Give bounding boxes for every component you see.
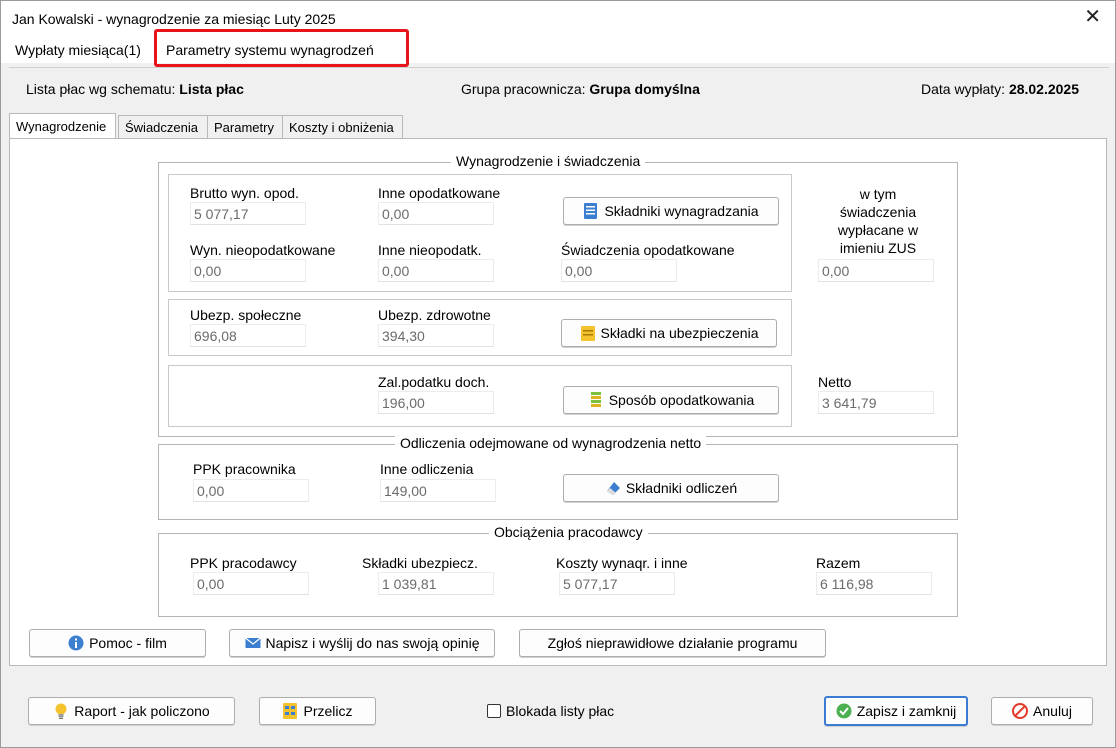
inne-opodatkowane-field[interactable]: 0,00 [378,202,494,225]
opinia-button[interactable]: Napisz i wyślij do nas swoją opinię [229,629,495,657]
envelope-icon [244,637,261,648]
inne-odliczenia-label: Inne odliczenia [380,461,474,477]
deductions-group-title: Odliczenia odejmowane od wynagrodzenia n… [395,435,707,451]
ubezp-zdrowotne-field[interactable]: 394,30 [378,324,494,347]
blokada-checkbox-wrap[interactable]: Blokada listy płac [487,703,614,719]
zal-podatku-field[interactable]: 196,00 [378,391,494,414]
skladki-ubezpiecz-label: Składki ubezpiecz. [362,555,478,571]
employer-group-title: Obciążenia pracodawcy [489,524,648,540]
zglos-button[interactable]: Zgłoś nieprawidłowe działanie programu [519,629,826,657]
pomoc-film-button[interactable]: Pomoc - film [29,629,206,657]
schema-label: Lista płac wg schematu: [26,81,176,97]
salary-dialog-window: Jan Kowalski - wynagrodzenie za miesiąc … [0,0,1116,748]
ppk-pracodawcy-label: PPK pracodawcy [190,555,297,571]
ubezp-zdrowotne-label: Ubezp. zdrowotne [378,307,491,323]
menu-item-parametry-systemu[interactable]: Parametry systemu wynagrodzeń [166,40,374,60]
schema-info: Lista płac wg schematu: Lista płac [26,81,244,97]
inne-opodatkowane-label: Inne opodatkowane [378,185,501,201]
zus-field[interactable]: 0,00 [818,259,934,282]
tab-panel-wynagrodzenie: Wynagrodzenie i świadczenia Brutto wyn. … [9,138,1107,666]
coins-icon [580,326,595,341]
zus-label-line: imieniu ZUS [839,240,917,256]
skladki-ubezpiecz-field[interactable]: 1 039,81 [378,572,494,595]
skladniki-wynagradzania-label: Składniki wynagradzania [604,203,759,219]
tab-wynagrodzenie[interactable]: Wynagrodzenie [9,113,116,138]
ubezp-spoleczne-label: Ubezp. społeczne [190,307,302,323]
zglos-label: Zgłoś nieprawidłowe działanie programu [547,635,798,651]
group-label: Grupa pracownicza: [461,81,586,97]
inne-nieopodatk-label: Inne nieopodatk. [378,242,482,258]
separator [9,67,1109,68]
skladniki-odliczen-label: Składniki odliczeń [625,480,738,496]
skladki-ubezpieczenia-label: Składki na ubezpieczenia [600,325,759,341]
cancel-icon [1012,703,1029,719]
menu-bar: Wypłaty miesiąca(1) Parametry systemu wy… [1,37,1115,63]
date-label: Data wypłaty: [921,81,1006,97]
netto-label: Netto [818,374,852,390]
blokada-label: Blokada listy płac [506,703,615,719]
brutto-field[interactable]: 5 077,17 [190,202,306,225]
schema-value: Lista płac [179,81,244,97]
tab-parametry[interactable]: Parametry [207,115,283,139]
koszty-label: Koszty wynaqr. i inne [556,555,688,571]
lightbulb-icon [55,703,67,719]
close-icon[interactable]: ✕ [1084,7,1101,27]
eraser-icon [606,482,620,495]
swiadczenia-opodatkowane-label: Świadczenia opodatkowane [561,242,735,258]
koszty-field[interactable]: 5 077,17 [559,572,675,595]
wyn-nieopodatkowane-field[interactable]: 0,00 [190,259,306,282]
zus-label: w tym świadczenia wypłacane w imieniu ZU… [818,185,938,257]
netto-field[interactable]: 3 641,79 [818,391,934,414]
info-icon [68,635,84,651]
swiadczenia-opodatkowane-field[interactable]: 0,00 [561,259,677,282]
document-icon [584,203,598,219]
anuluj-label: Anuluj [1033,703,1072,719]
salary-group-title: Wynagrodzenie i świadczenia [451,153,646,169]
skladki-ubezpieczenia-button[interactable]: Składki na ubezpieczenia [561,319,777,347]
ubezp-spoleczne-field[interactable]: 696,08 [190,324,306,347]
ppk-pracodawcy-field[interactable]: 0,00 [193,572,309,595]
blokada-checkbox[interactable] [487,704,501,718]
raport-label: Raport - jak policzono [74,703,210,719]
window-title: Jan Kowalski - wynagrodzenie za miesiąc … [12,11,336,27]
calculator-icon [283,703,298,719]
zus-label-line: świadczenia [839,204,917,220]
tab-koszty[interactable]: Koszty i obniżenia [282,115,403,139]
zapisz-button[interactable]: Zapisz i zamknij [824,696,968,726]
sposob-opodatkowania-button[interactable]: Sposób opodatkowania [563,386,779,414]
ppk-pracownika-field[interactable]: 0,00 [193,479,309,502]
anuluj-button[interactable]: Anuluj [991,697,1093,725]
skladniki-wynagradzania-button[interactable]: Składniki wynagradzania [563,197,779,225]
inne-odliczenia-field[interactable]: 149,00 [380,479,496,502]
group-value: Grupa domyślna [589,81,700,97]
przelicz-button[interactable]: Przelicz [259,697,376,725]
date-info: Data wypłaty: 28.02.2025 [921,81,1079,97]
zus-label-line: w tym [859,186,897,202]
menu-item-wyplaty[interactable]: Wypłaty miesiąca(1) [15,40,141,60]
pomoc-film-label: Pomoc - film [89,635,167,651]
zapisz-label: Zapisz i zamknij [856,703,957,719]
przelicz-label: Przelicz [303,703,353,719]
zal-podatku-label: Zal.podatku doch. [378,374,490,390]
stack-icon [590,392,601,407]
group-info: Grupa pracownicza: Grupa domyślna [461,81,700,97]
date-value: 28.02.2025 [1008,81,1080,97]
title-bar: Jan Kowalski - wynagrodzenie za miesiąc … [1,1,1115,37]
razem-label: Razem [816,555,861,571]
tab-swiadczenia[interactable]: Świadczenia [118,115,213,139]
checkmark-icon [836,703,852,719]
brutto-label: Brutto wyn. opod. [190,185,299,201]
skladniki-odliczen-button[interactable]: Składniki odliczeń [563,474,779,502]
wyn-nieopodatkowane-label: Wyn. nieopodatkowane [190,242,336,258]
ppk-pracownika-label: PPK pracownika [193,461,296,477]
zus-label-line: wypłacane w [837,222,919,238]
raport-button[interactable]: Raport - jak policzono [28,697,235,725]
razem-field[interactable]: 6 116,98 [816,572,932,595]
sposob-opodatkowania-label: Sposób opodatkowania [608,392,755,408]
opinia-label: Napisz i wyślij do nas swoją opinię [265,635,480,651]
inne-nieopodatk-field[interactable]: 0,00 [378,259,494,282]
